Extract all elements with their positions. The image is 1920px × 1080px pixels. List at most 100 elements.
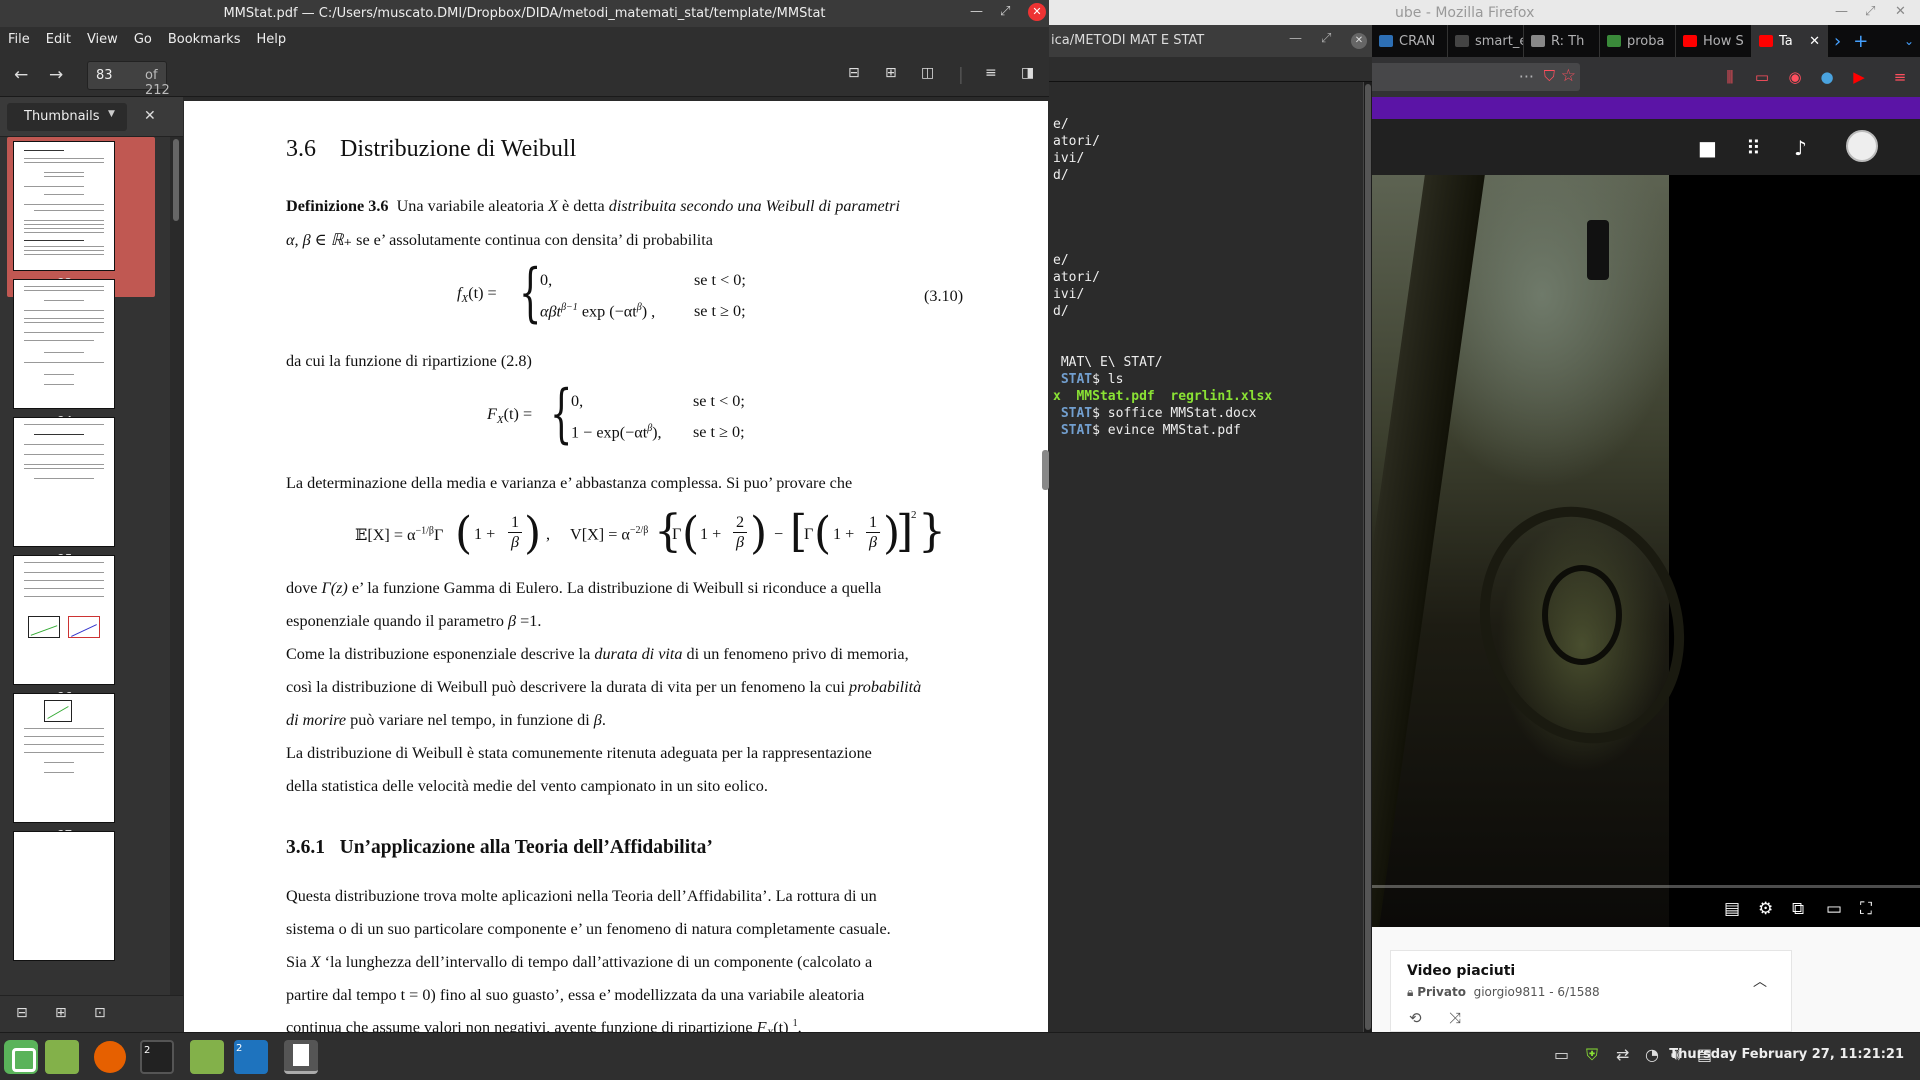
subsection-heading: 3.6.1 Un’applicazione alla Teoria dell’A… bbox=[286, 837, 713, 859]
shuffle-icon[interactable]: ⤨ bbox=[1449, 1009, 1461, 1027]
display-icon[interactable]: ▭ bbox=[1554, 1045, 1569, 1064]
fit-page-icon[interactable]: ◫ bbox=[921, 65, 934, 81]
thumbnail-page-87[interactable]: 87 bbox=[7, 689, 155, 849]
network-icon[interactable]: ⇄ bbox=[1616, 1045, 1629, 1064]
terminal-line: e/ bbox=[1053, 253, 1069, 268]
page-actions-icon[interactable]: ··· bbox=[1519, 67, 1534, 86]
zoom-in-icon[interactable]: ⊞ bbox=[885, 65, 897, 81]
menu-bookmarks[interactable]: Bookmarks bbox=[168, 32, 241, 53]
fit-icon[interactable]: ⊡ bbox=[94, 1005, 106, 1021]
menu-file[interactable]: File bbox=[8, 32, 30, 53]
forward-arrow-icon[interactable]: → bbox=[49, 65, 63, 85]
minimize-icon[interactable]: — bbox=[1835, 4, 1848, 19]
thumbnail-page-84[interactable]: 84 bbox=[7, 275, 155, 435]
video-player[interactable]: ▤ ⚙ ⧉ ▭ ⛶ bbox=[1372, 175, 1920, 927]
close-icon[interactable]: ✕ bbox=[1895, 4, 1906, 19]
expand-all-icon[interactable]: ⊞ bbox=[55, 1005, 67, 1021]
document-scrollbar[interactable] bbox=[1042, 450, 1049, 490]
thumbnail-scrollbar[interactable] bbox=[170, 137, 183, 995]
files-icon[interactable] bbox=[45, 1040, 79, 1074]
settings-icon[interactable]: ⚙ bbox=[1758, 899, 1773, 919]
tab-close-icon[interactable]: ✕ bbox=[1809, 34, 1820, 49]
menu-help[interactable]: Help bbox=[256, 32, 286, 53]
subtitles-icon[interactable]: ▤ bbox=[1724, 899, 1740, 919]
close-icon[interactable]: ✕ bbox=[1028, 3, 1046, 21]
page-number-field[interactable]: of 212 bbox=[87, 61, 170, 98]
sidebar-icon[interactable]: ▭ bbox=[1752, 67, 1772, 87]
firefox-titlebar[interactable]: ube - Mozilla Firefox — ⤢ ✕ bbox=[1049, 0, 1920, 25]
chevron-up-icon[interactable]: ︿ bbox=[1753, 971, 1767, 991]
terminal-scrollbar[interactable] bbox=[1363, 82, 1372, 1032]
mint-menu-icon[interactable] bbox=[4, 1040, 38, 1074]
close-sidebar-icon[interactable]: ✕ bbox=[144, 108, 156, 124]
new-tab-button[interactable]: + bbox=[1847, 31, 1874, 52]
maximize-icon[interactable]: ⤢ bbox=[1000, 4, 1010, 19]
apps-grid-icon[interactable]: ⠿ bbox=[1746, 136, 1761, 160]
menu-view[interactable]: View bbox=[87, 32, 118, 53]
avatar[interactable] bbox=[1846, 130, 1878, 162]
fullscreen-icon[interactable]: ⛶ bbox=[1860, 899, 1872, 919]
chevron-down-icon[interactable]: ▼ bbox=[108, 109, 115, 119]
loop-icon[interactable]: ⟲ bbox=[1409, 1009, 1422, 1027]
thumbnail-page-85[interactable]: 85 bbox=[7, 413, 155, 573]
tab-scroll-right-icon[interactable]: › bbox=[1828, 31, 1847, 52]
extension-icon[interactable]: ● bbox=[1817, 67, 1837, 87]
terminal-titlebar[interactable]: ica/METODI MAT E STAT — ⤢ ✕ bbox=[1049, 25, 1372, 57]
terminal-icon[interactable]: 2 bbox=[140, 1040, 174, 1074]
library-icon[interactable]: ⫼ bbox=[1720, 67, 1740, 87]
libreoffice-writer-icon[interactable]: 2 bbox=[234, 1040, 268, 1074]
menu-icon[interactable]: ≡ bbox=[1890, 67, 1910, 87]
math-text: ) , bbox=[641, 302, 656, 321]
text: . bbox=[601, 711, 606, 729]
miniplayer-icon[interactable]: ⧉ bbox=[1792, 899, 1804, 919]
menu-edit[interactable]: Edit bbox=[46, 32, 71, 53]
thumbnail-image bbox=[13, 417, 115, 547]
tab-youtube-how[interactable]: How S bbox=[1676, 25, 1752, 57]
maximize-icon[interactable]: ⤢ bbox=[1321, 31, 1331, 46]
shield-icon[interactable]: ⛨ bbox=[1586, 1045, 1598, 1065]
wifi-icon[interactable]: ◔ bbox=[1645, 1045, 1659, 1064]
document-viewer-icon[interactable] bbox=[284, 1040, 318, 1074]
url-bar[interactable]: ··· ⛉ ☆ bbox=[1372, 63, 1580, 91]
thumbnail-list[interactable]: 83 84 85 86 bbox=[0, 137, 170, 995]
tab-r-help[interactable]: R: Th bbox=[1524, 25, 1600, 57]
thumbnail-page-86[interactable]: 86 bbox=[7, 551, 155, 711]
thumbnail-image bbox=[13, 555, 115, 685]
evince-titlebar[interactable]: MMStat.pdf — C:/Users/muscato.DMI/Dropbo… bbox=[0, 0, 1049, 27]
bookmark-star-icon[interactable]: ☆ bbox=[1561, 66, 1576, 86]
close-icon[interactable]: ✕ bbox=[1351, 33, 1367, 49]
tab-youtube-active[interactable]: Ta ✕ bbox=[1752, 25, 1828, 57]
back-arrow-icon[interactable]: ← bbox=[14, 65, 28, 85]
theater-mode-icon[interactable]: ▭ bbox=[1826, 899, 1842, 919]
video-progress-bar[interactable] bbox=[1372, 885, 1920, 888]
terminal-output[interactable]: e/ atori/ ivi/ d/ e/ atori/ ivi/ d/ MAT\… bbox=[1049, 82, 1372, 1032]
zoom-out-icon[interactable]: ⊟ bbox=[848, 65, 860, 81]
tab-cran[interactable]: CRAN bbox=[1372, 25, 1448, 57]
tab-label: smart_ec bbox=[1475, 33, 1523, 49]
sidebar-toggle-icon[interactable]: ◨ bbox=[1021, 65, 1034, 81]
hamburger-menu-icon[interactable]: ≡ bbox=[985, 65, 997, 81]
clock[interactable]: Thursday February 27, 11:21:21 bbox=[1669, 1047, 1904, 1062]
bell-icon[interactable]: ♪ bbox=[1794, 136, 1807, 160]
page-number-input[interactable] bbox=[96, 68, 136, 83]
pocket-icon[interactable]: ⛉ bbox=[1544, 67, 1555, 85]
maximize-icon[interactable]: ⤢ bbox=[1865, 4, 1875, 19]
tab-list-chevron-icon[interactable]: ⌄ bbox=[1898, 34, 1920, 48]
playlist-panel[interactable]: Video piaciuti 🔒︎ Privato giorgio9811 - … bbox=[1390, 950, 1792, 1032]
firefox-icon[interactable] bbox=[94, 1041, 126, 1073]
tab-proba[interactable]: proba bbox=[1600, 25, 1676, 57]
minimize-icon[interactable]: — bbox=[970, 4, 983, 19]
menu-go[interactable]: Go bbox=[134, 32, 152, 53]
frac-num: 1 bbox=[868, 513, 878, 531]
thumbnail-page-88[interactable] bbox=[7, 827, 155, 987]
folder-icon[interactable] bbox=[190, 1040, 224, 1074]
thumbnail-page-83[interactable]: 83 bbox=[7, 137, 155, 297]
minimize-icon[interactable]: — bbox=[1289, 31, 1302, 46]
tab-smart-ec[interactable]: smart_ec bbox=[1448, 25, 1524, 57]
prompt-dir bbox=[1053, 372, 1061, 387]
account-icon[interactable]: ◉ bbox=[1785, 67, 1805, 87]
video-camera-icon[interactable]: ■ bbox=[1698, 136, 1717, 160]
collapse-all-icon[interactable]: ⊟ bbox=[16, 1005, 28, 1021]
math-text: exp (−αt bbox=[581, 302, 637, 321]
youtube-extension-icon[interactable]: ▶ bbox=[1849, 67, 1869, 87]
